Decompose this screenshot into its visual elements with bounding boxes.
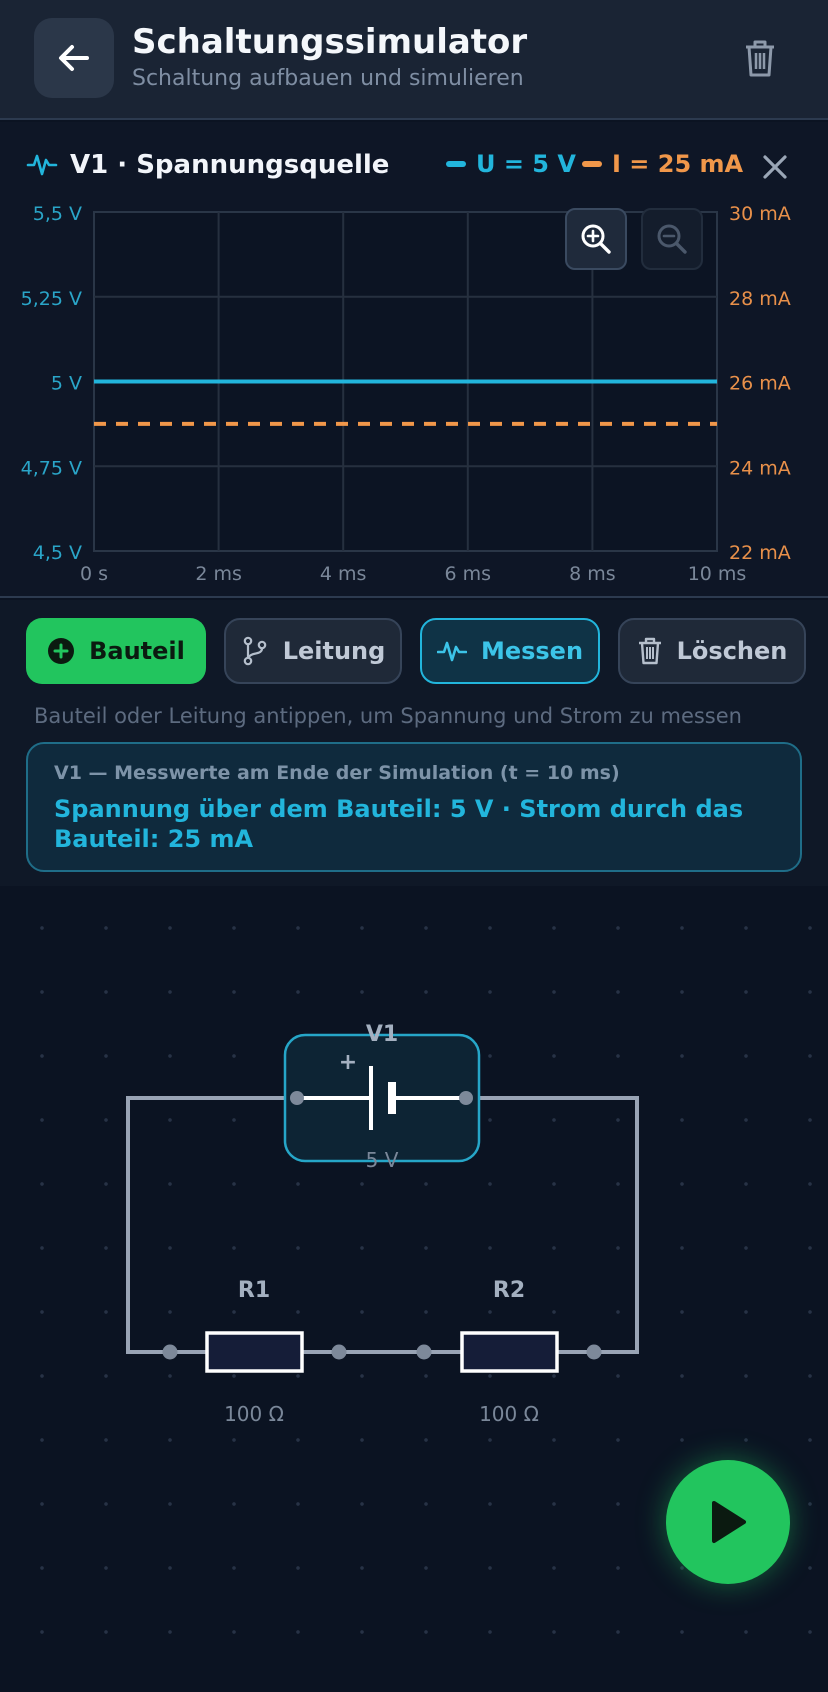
plus-circle-icon bbox=[48, 638, 75, 664]
y-right-tick-label: 30 mA bbox=[729, 203, 791, 225]
source-value: 5 V bbox=[365, 1148, 399, 1172]
delete-button[interactable]: Löschen bbox=[618, 618, 806, 684]
measure-label: Messen bbox=[480, 637, 584, 665]
x-tick-label: 10 ms bbox=[688, 563, 747, 585]
terminal-r1-b[interactable] bbox=[331, 1344, 347, 1360]
terminal-r2-a[interactable] bbox=[416, 1344, 432, 1360]
y-right-tick-label: 26 mA bbox=[729, 373, 791, 395]
zoom-out-icon bbox=[657, 224, 687, 254]
x-tick-label: 6 ms bbox=[445, 563, 492, 585]
circuit-canvas[interactable]: V1 + 5 V R1 100 Ω R2 100 Ω bbox=[0, 886, 828, 1692]
delete-label: Löschen bbox=[676, 637, 788, 665]
add-component-label: Bauteil bbox=[89, 637, 185, 665]
chart-panel: 5,5 V 30 mA 5,25 V 28 mA 5 V 26 mA 4,75 V 24 mA… bbox=[0, 122, 828, 598]
app-header: Schaltungssimulator Schaltung aufbauen u… bbox=[0, 0, 828, 120]
y-left-tick-label: 4,5 V bbox=[33, 542, 82, 564]
zoom-in-button[interactable] bbox=[565, 208, 627, 270]
terminal-r1-a[interactable] bbox=[162, 1344, 178, 1360]
zoom-out-button[interactable] bbox=[641, 208, 703, 270]
wire-label: Leitung bbox=[282, 637, 386, 665]
wire-top-right[interactable] bbox=[466, 1096, 639, 1354]
y-right-tick-label: 24 mA bbox=[729, 457, 791, 479]
resistor-r2[interactable] bbox=[460, 1331, 559, 1373]
play-icon bbox=[712, 1501, 746, 1543]
y-left-tick-label: 5,5 V bbox=[33, 203, 82, 225]
measurement-card: V1 — Messwerte am Ende der Simulation (t… bbox=[26, 742, 802, 872]
wire-top-left[interactable] bbox=[126, 1096, 297, 1354]
legend-current-label: I = 25 mA bbox=[612, 150, 744, 178]
arrow-left-icon bbox=[59, 45, 89, 71]
trash-icon bbox=[638, 637, 661, 665]
y-left-tick-label: 4,75 V bbox=[21, 457, 82, 479]
x-tick-label: 2 ms bbox=[195, 563, 242, 585]
resistor-r1[interactable] bbox=[205, 1331, 304, 1373]
resistor-r2-value: 100 Ω bbox=[479, 1402, 539, 1426]
resistor-r2-label: R2 bbox=[492, 1278, 526, 1303]
y-left-tick-label: 5 V bbox=[51, 373, 82, 395]
legend-voltage-swatch bbox=[446, 161, 466, 167]
x-tick-label: 4 ms bbox=[320, 563, 367, 585]
measurement-caption: V1 — Messwerte am Ende der Simulation (t… bbox=[54, 762, 620, 784]
wire-button[interactable]: Leitung bbox=[224, 618, 402, 684]
y-right-tick-label: 28 mA bbox=[729, 288, 791, 310]
hint-text: Bauteil oder Leitung antippen, um Spannu… bbox=[34, 704, 742, 728]
tool-panel: Bauteil Leitung Messen Löschen Bauteil o… bbox=[0, 600, 828, 886]
terminal-v1-a[interactable] bbox=[290, 1091, 304, 1105]
chart-component-name: V1 · Spannungsquelle bbox=[70, 150, 390, 180]
legend-voltage-label: U = 5 V bbox=[476, 150, 576, 178]
waveform-icon bbox=[436, 641, 467, 662]
branch-icon bbox=[243, 636, 266, 666]
y-right-tick-label: 22 mA bbox=[729, 542, 791, 564]
source-polarity: + bbox=[338, 1050, 358, 1075]
terminal-r2-b[interactable] bbox=[586, 1344, 602, 1360]
legend-current: I = 25 mA bbox=[582, 150, 743, 178]
terminal-v1-b[interactable] bbox=[459, 1091, 473, 1105]
measure-button[interactable]: Messen bbox=[420, 618, 600, 684]
x-tick-label: 8 ms bbox=[569, 563, 616, 585]
back-button[interactable] bbox=[34, 18, 114, 98]
resistor-r1-value: 100 Ω bbox=[224, 1402, 284, 1426]
zoom-in-icon bbox=[581, 224, 611, 254]
voltage-current-chart: 5,5 V 30 mA 5,25 V 28 mA 5 V 26 mA 4,75 V 24 mA… bbox=[21, 203, 791, 585]
source-label: V1 bbox=[365, 1022, 399, 1047]
trash-icon[interactable] bbox=[738, 36, 782, 80]
close-icon[interactable] bbox=[760, 152, 790, 182]
run-simulation-button[interactable] bbox=[666, 1460, 790, 1584]
page-title: Schaltungssimulator bbox=[132, 22, 528, 62]
x-tick-label: 0 s bbox=[80, 563, 108, 585]
resistor-r1-label: R1 bbox=[237, 1278, 271, 1303]
waveform-icon bbox=[26, 154, 58, 176]
legend-voltage: U = 5 V bbox=[446, 150, 576, 178]
page-subtitle: Schaltung aufbauen und simulieren bbox=[132, 66, 524, 91]
legend-current-swatch bbox=[582, 161, 602, 167]
y-left-tick-label: 5,25 V bbox=[21, 288, 82, 310]
measurement-values: Spannung über dem Bauteil: 5 V · Strom d… bbox=[54, 795, 744, 853]
add-component-button[interactable]: Bauteil bbox=[26, 618, 206, 684]
